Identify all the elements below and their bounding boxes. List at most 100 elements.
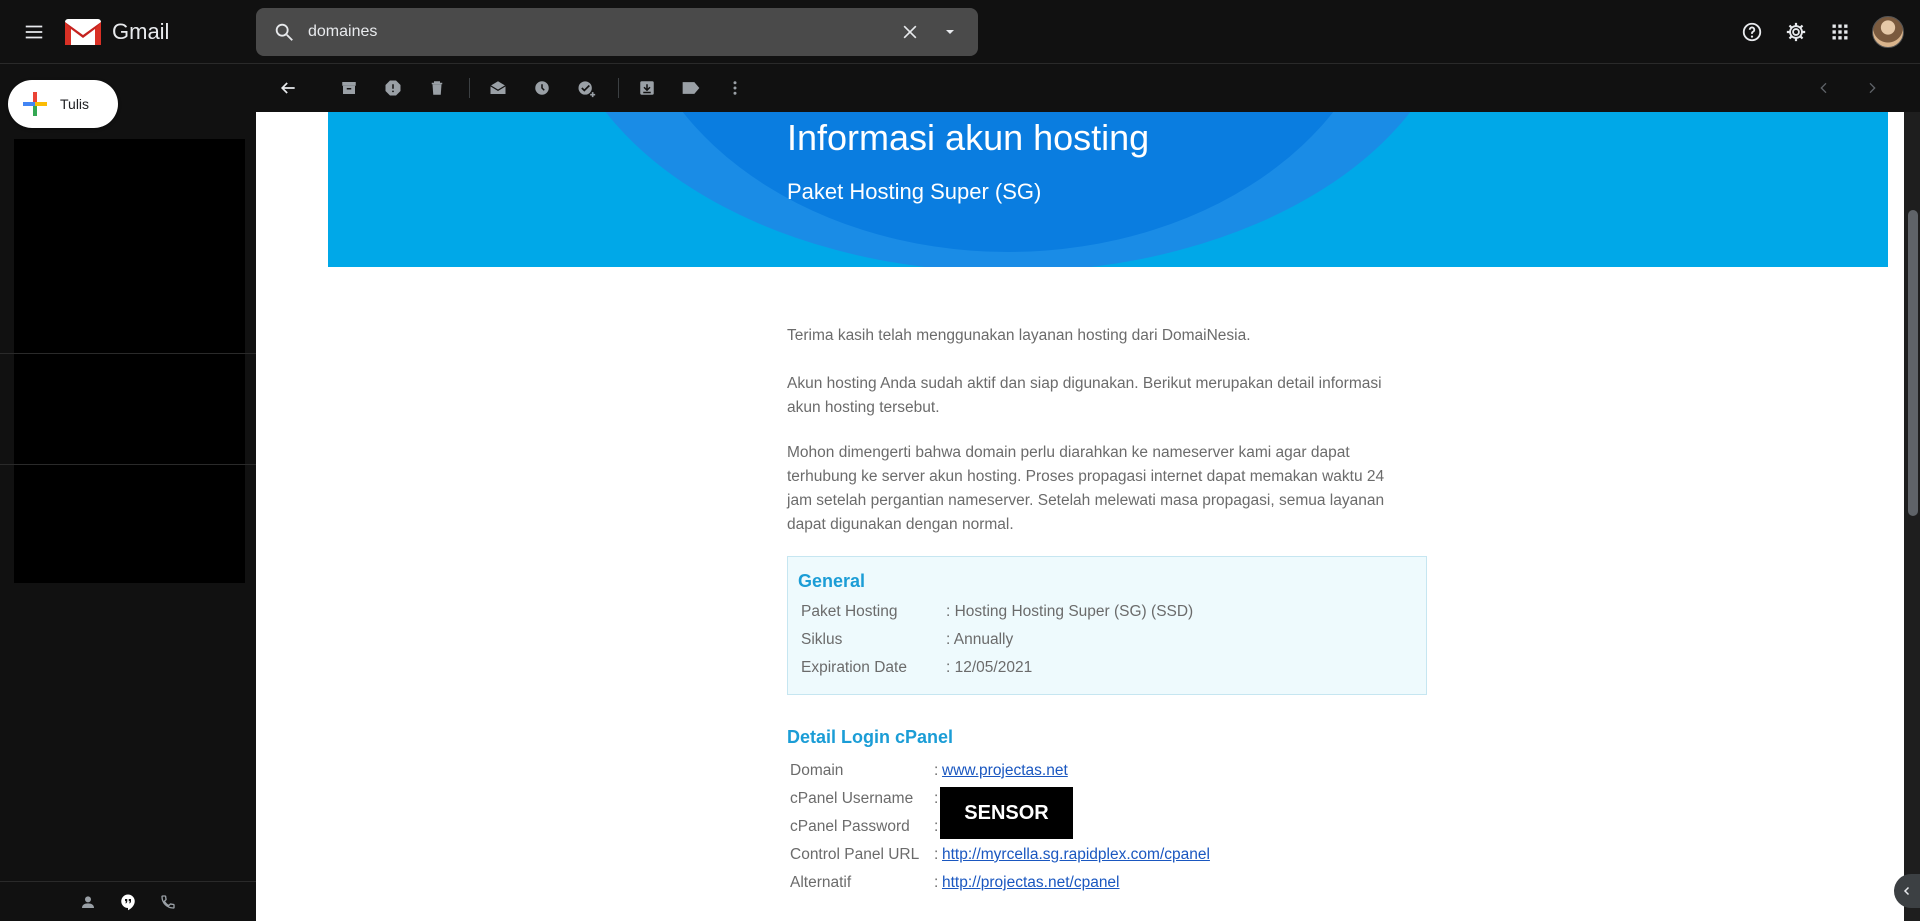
gear-icon [1786,22,1806,42]
move-to-button[interactable] [627,68,667,108]
add-to-tasks-button[interactable] [566,68,606,108]
delete-button[interactable] [417,68,457,108]
paragraph-line: akun hosting tersebut. [787,399,940,416]
arrow-back-icon [280,82,295,94]
paragraph-line: Akun hosting Anda sudah aktif dan siap d… [787,375,1382,392]
toolbar-separator [469,78,470,98]
hangouts-icon [121,894,135,910]
control-panel-url-link[interactable]: http://myrcella.sg.rapidplex.com/cpanel [942,846,1210,864]
support-button[interactable] [1732,12,1772,52]
cpanel-label: cPanel Password [790,818,910,835]
sidebar: Tulis [0,64,256,921]
account-avatar[interactable] [1872,16,1904,48]
snooze-button[interactable] [522,68,562,108]
hangouts-button[interactable] [113,887,143,917]
archive-button[interactable] [329,68,369,108]
general-label: Siklus [801,631,843,648]
pagination [1804,68,1896,108]
archive-icon [342,82,356,94]
labels-button[interactable] [671,68,711,108]
gmail-m-icon [65,19,101,45]
apps-grid-icon [1832,24,1848,40]
search-button[interactable] [260,8,308,56]
compose-label: Tulis [60,96,90,112]
app-name: Gmail [112,19,170,44]
cpanel-label: Alternatif [790,874,852,891]
banner-title: Informasi akun hosting [787,117,1150,158]
settings-button[interactable] [1776,12,1816,52]
general-value: : 12/05/2021 [946,659,1033,676]
newer-button[interactable] [1804,68,1844,108]
paragraph-line: terhubung ke server akun hosting. Proses… [787,468,1385,485]
censor-block: SENSOR [940,787,1073,839]
clear-search-button[interactable] [890,12,930,52]
main-menu-button[interactable] [18,16,50,48]
general-label: Paket Hosting [801,603,898,620]
general-value: : Hosting Hosting Super (SG) (SSD) [946,603,1194,620]
paragraph-line: jam setelah pergantian nameserver. Setel… [787,492,1385,509]
cpanel-title: Detail Login cPanel [787,727,954,747]
alternative-url-link[interactable]: http://projectas.net/cpanel [942,874,1120,892]
hamburger-icon [25,25,43,39]
help-icon [1742,22,1762,42]
vertical-scrollbar[interactable] [1904,112,1920,921]
older-button[interactable] [1852,68,1892,108]
cpanel-sep: : [934,762,939,779]
cpanel-label: Control Panel URL [790,846,920,863]
general-value: : Annually [946,631,1014,648]
message-toolbar [256,64,1920,112]
plus-icon [23,92,47,116]
side-panel-toggle[interactable] [1894,874,1920,908]
general-info-box: General Paket Hosting : Hosting Hosting … [787,556,1427,695]
search-options-button[interactable] [930,12,970,52]
gmail-logo[interactable]: Gmail [64,16,169,48]
add-task-icon [578,81,596,98]
mark-unread-button[interactable] [478,68,518,108]
chevron-right-icon [1869,82,1876,94]
phone-icon [161,894,175,909]
mark-unread-icon [490,81,506,94]
back-button[interactable] [268,68,308,108]
redacted-sidebar-area [14,139,245,583]
general-label: Expiration Date [801,659,907,676]
search-icon [275,23,293,41]
cpanel-sep: : [934,874,939,891]
paragraph-line: Mohon dimengerti bahwa domain perlu diar… [787,444,1350,461]
cpanel-label: cPanel Username [790,790,914,807]
paragraph-nameserver: Mohon dimengerti bahwa domain perlu diar… [787,441,1427,537]
top-bar: Gmail [0,0,1920,64]
cpanel-sep: : [934,818,939,835]
phone-button[interactable] [153,887,183,917]
top-right-actions [1732,12,1904,52]
chevron-left-icon [1820,82,1827,94]
email-body: Informasi akun hosting Paket Hosting Sup… [256,112,1904,921]
person-icon [82,895,94,908]
trash-icon [431,81,443,95]
banner-subtitle: Paket Hosting Super (SG) [787,179,1042,204]
label-icon [682,82,700,94]
search-bar [256,8,978,56]
paragraph-line: dapat digunakan dengan normal. [787,516,1014,533]
chevron-left-icon [1903,886,1910,896]
search-input[interactable] [308,8,890,56]
divider [0,464,256,465]
general-title: General [798,571,866,591]
compose-button[interactable]: Tulis [8,80,118,128]
report-spam-button[interactable] [373,68,413,108]
contacts-button[interactable] [73,887,103,917]
email-banner: Informasi akun hosting Paket Hosting Sup… [328,112,1888,267]
close-icon [903,25,917,39]
cpanel-sep: : [934,790,939,807]
clock-icon [535,81,549,95]
divider [0,353,256,354]
apps-button[interactable] [1820,12,1860,52]
report-spam-icon [385,80,401,96]
caret-down-icon [946,30,954,34]
domain-link[interactable]: www.projectas.net [942,762,1068,780]
scrollbar-thumb[interactable] [1908,210,1918,516]
paragraph-active: Akun hosting Anda sudah aktif dan siap d… [787,372,1427,420]
more-button[interactable] [715,68,755,108]
move-to-icon [640,81,654,95]
cpanel-sep: : [934,846,939,863]
hangouts-bar [0,881,256,921]
